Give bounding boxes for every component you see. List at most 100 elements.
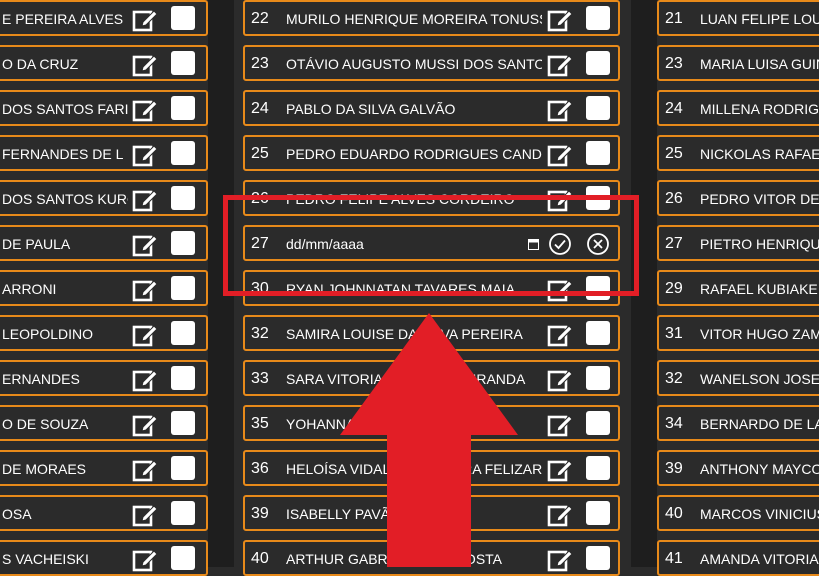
student-name: DOS SANTOS KURO <box>2 191 128 207</box>
row-number: 36 <box>251 460 269 477</box>
student-row: 22 MURILO HENRIQUE MOREIRA TONUSSI <box>243 0 620 36</box>
checkbox[interactable] <box>171 96 195 120</box>
student-name: ANTHONY MAYCO <box>700 461 819 477</box>
student-name: O DE SOUZA <box>2 416 89 432</box>
edit-icon[interactable] <box>547 97 573 123</box>
student-name: VITOR HUGO ZAM <box>700 326 819 342</box>
student-row: 40 MARCOS VINICIUS <box>657 495 819 531</box>
checkbox[interactable] <box>171 141 195 165</box>
checkbox[interactable] <box>171 501 195 525</box>
student-name: PEDRO EDUARDO RODRIGUES CAND <box>286 146 542 162</box>
edit-icon[interactable] <box>132 277 158 303</box>
student-row: S VACHEISKI <box>0 540 208 576</box>
edit-icon[interactable] <box>132 547 158 573</box>
edit-icon[interactable] <box>132 97 158 123</box>
checkbox[interactable] <box>586 411 610 435</box>
student-row: 24 PABLO DA SILVA GALVÃO <box>243 90 620 126</box>
checkbox[interactable] <box>171 366 195 390</box>
edit-icon[interactable] <box>547 52 573 78</box>
edit-icon[interactable] <box>132 367 158 393</box>
student-name: PEDRO VITOR DE <box>700 191 819 207</box>
student-row: 25 PEDRO EDUARDO RODRIGUES CAND <box>243 135 620 171</box>
row-number: 40 <box>251 550 269 567</box>
student-row: DOS SANTOS FARI <box>0 90 208 126</box>
student-name: LEOPOLDINO <box>2 326 94 342</box>
edit-icon[interactable] <box>132 457 158 483</box>
checkbox[interactable] <box>586 96 610 120</box>
checkbox[interactable] <box>171 456 195 480</box>
checkbox[interactable] <box>171 321 195 345</box>
student-name: OTÁVIO AUGUSTO MUSSI DOS SANTOS <box>286 56 542 72</box>
student-name: DE MORAES <box>2 461 87 477</box>
edit-icon[interactable] <box>132 187 158 213</box>
student-name: MARCOS VINICIUS <box>700 506 819 522</box>
edit-icon[interactable] <box>132 52 158 78</box>
student-name: RAFAEL KUBIAKE <box>700 281 818 297</box>
student-row: 23 MARIA LUISA GUIN <box>657 45 819 81</box>
student-name: S VACHEISKI <box>2 551 89 567</box>
edit-icon[interactable] <box>547 412 573 438</box>
student-name: AMANDA VITORIA <box>700 551 819 567</box>
checkbox[interactable] <box>586 456 610 480</box>
edit-icon[interactable] <box>547 547 573 573</box>
edit-icon[interactable] <box>132 412 158 438</box>
edit-icon[interactable] <box>132 142 158 168</box>
student-name: MURILO HENRIQUE MOREIRA TONUSSI <box>286 11 542 27</box>
student-row: FERNANDES DE L <box>0 135 208 171</box>
row-number: 24 <box>251 100 269 117</box>
edit-icon[interactable] <box>132 502 158 528</box>
student-name: PIETRO HENRIQU <box>700 236 819 252</box>
row-number: 33 <box>251 370 269 387</box>
edit-icon[interactable] <box>547 367 573 393</box>
student-name: MARIA LUISA GUIN <box>700 56 819 72</box>
edit-icon[interactable] <box>132 322 158 348</box>
student-name: E PEREIRA ALVES <box>2 11 124 27</box>
edit-icon[interactable] <box>132 232 158 258</box>
checkbox[interactable] <box>586 321 610 345</box>
row-number: 23 <box>251 55 269 72</box>
checkbox[interactable] <box>586 366 610 390</box>
row-number: 29 <box>665 280 683 297</box>
edit-icon[interactable] <box>547 7 573 33</box>
student-name: PABLO DA SILVA GALVÃO <box>286 101 456 117</box>
row-number: 25 <box>665 145 683 162</box>
student-row: 27 PIETRO HENRIQU <box>657 225 819 261</box>
row-number: 26 <box>665 190 683 207</box>
row-number: 32 <box>251 325 269 342</box>
row-number: 39 <box>251 505 269 522</box>
checkbox[interactable] <box>171 276 195 300</box>
checkbox[interactable] <box>171 231 195 255</box>
student-name: FERNANDES DE L <box>2 146 124 162</box>
student-row: DOS SANTOS KURO <box>0 180 208 216</box>
student-row: LEOPOLDINO <box>0 315 208 351</box>
row-number: 24 <box>665 100 683 117</box>
checkbox[interactable] <box>171 546 195 570</box>
checkbox[interactable] <box>586 51 610 75</box>
edit-icon[interactable] <box>547 142 573 168</box>
edit-icon[interactable] <box>547 322 573 348</box>
edit-icon[interactable] <box>132 7 158 33</box>
row-number: 39 <box>665 460 683 477</box>
student-name: DE PAULA <box>2 236 71 252</box>
row-number: 25 <box>251 145 269 162</box>
checkbox[interactable] <box>586 6 610 30</box>
edit-icon[interactable] <box>547 457 573 483</box>
student-name: NICKOLAS RAFAEL <box>700 146 819 162</box>
checkbox[interactable] <box>586 141 610 165</box>
student-row: ERNANDES <box>0 360 208 396</box>
student-row: 24 MILLENA RODRIGU <box>657 90 819 126</box>
student-row: 26 PEDRO VITOR DE <box>657 180 819 216</box>
checkbox[interactable] <box>171 186 195 210</box>
edit-icon[interactable] <box>547 502 573 528</box>
checkbox[interactable] <box>171 6 195 30</box>
row-number: 40 <box>665 505 683 522</box>
student-name: O DA CRUZ <box>2 56 79 72</box>
checkbox[interactable] <box>586 546 610 570</box>
student-row: ARRONI <box>0 270 208 306</box>
checkbox[interactable] <box>586 501 610 525</box>
row-number: 31 <box>665 325 683 342</box>
student-row: 23 OTÁVIO AUGUSTO MUSSI DOS SANTOS <box>243 45 620 81</box>
checkbox[interactable] <box>171 51 195 75</box>
checkbox[interactable] <box>171 411 195 435</box>
student-row: 29 RAFAEL KUBIAKE <box>657 270 819 306</box>
